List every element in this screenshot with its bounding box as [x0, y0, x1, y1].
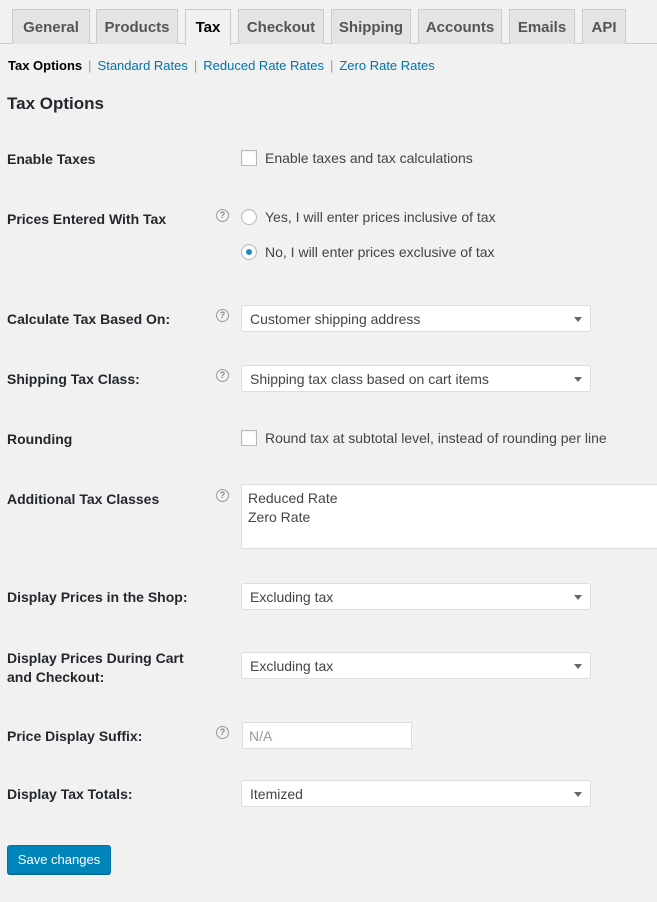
calculate-tax-based-on-label: Calculate Tax Based On: — [7, 311, 171, 327]
tab-products[interactable]: Products — [96, 9, 178, 44]
subnav-current: Tax Options — [8, 58, 83, 73]
tax-class-line: Zero Rate — [248, 509, 311, 525]
select-value: Shipping tax class based on cart items — [250, 370, 489, 387]
select-value: Excluding tax — [250, 657, 334, 674]
subnav-zero-rate-rates[interactable]: Zero Rate Rates — [339, 58, 434, 73]
tab-emails[interactable]: Emails — [509, 9, 575, 44]
display-prices-shop-select[interactable]: Excluding tax — [241, 583, 591, 610]
subnav-reduced-rate-rates[interactable]: Reduced Rate Rates — [203, 58, 324, 73]
select-value: Excluding tax — [250, 588, 334, 605]
input-placeholder: N/A — [249, 727, 273, 744]
chevron-down-icon — [574, 595, 582, 600]
rounding-checkbox[interactable] — [241, 430, 257, 446]
tab-accounts[interactable]: Accounts — [418, 9, 502, 44]
enable-taxes-label: Enable Taxes — [7, 151, 96, 167]
subnav-standard-rates[interactable]: Standard Rates — [98, 58, 188, 73]
help-icon[interactable]: ? — [216, 726, 229, 739]
section-title: Tax Options — [7, 94, 104, 113]
tab-tax[interactable]: Tax — [185, 9, 231, 45]
tab-general[interactable]: General — [12, 9, 90, 44]
prices-exclusive-label[interactable]: No, I will enter prices exclusive of tax — [265, 243, 495, 261]
display-tax-totals-label: Display Tax Totals: — [7, 786, 133, 802]
price-display-suffix-input[interactable]: N/A — [242, 722, 412, 749]
help-icon[interactable]: ? — [216, 309, 229, 322]
additional-tax-classes-label: Additional Tax Classes — [7, 491, 160, 507]
enable-taxes-checkbox[interactable] — [241, 150, 257, 166]
subnav-separator: | — [88, 58, 92, 73]
prices-entered-with-tax-label: Prices Entered With Tax — [7, 211, 167, 227]
help-icon[interactable]: ? — [216, 209, 229, 222]
help-icon[interactable]: ? — [216, 489, 229, 502]
tab-checkout[interactable]: Checkout — [238, 9, 324, 44]
select-value: Itemized — [250, 785, 303, 802]
label-line: Display Prices During Cart — [7, 650, 184, 666]
display-tax-totals-select[interactable]: Itemized — [241, 780, 591, 807]
rounding-label: Rounding — [7, 431, 73, 447]
shipping-tax-class-select[interactable]: Shipping tax class based on cart items — [241, 365, 591, 392]
chevron-down-icon — [574, 664, 582, 669]
help-icon[interactable]: ? — [216, 369, 229, 382]
prices-inclusive-radio[interactable] — [241, 209, 257, 225]
settings-tabs: General Products Tax Checkout Shipping A… — [0, 0, 657, 45]
tax-subnav: Tax Options | Standard Rates | Reduced R… — [8, 58, 435, 73]
save-changes-button[interactable]: Save changes — [7, 845, 111, 874]
calculate-tax-based-on-select[interactable]: Customer shipping address — [241, 305, 591, 332]
rounding-checkbox-label[interactable]: Round tax at subtotal level, instead of … — [265, 429, 607, 447]
display-prices-cart-label: Display Prices During Cart and Checkout: — [7, 649, 184, 687]
shipping-tax-class-label: Shipping Tax Class: — [7, 371, 140, 387]
tab-api[interactable]: API — [582, 9, 626, 44]
chevron-down-icon — [574, 317, 582, 322]
display-prices-shop-label: Display Prices in the Shop: — [7, 589, 188, 605]
chevron-down-icon — [574, 792, 582, 797]
chevron-down-icon — [574, 377, 582, 382]
subnav-separator: | — [329, 58, 334, 73]
prices-inclusive-label[interactable]: Yes, I will enter prices inclusive of ta… — [265, 208, 496, 226]
additional-tax-classes-textarea[interactable]: Reduced Rate Zero Rate — [241, 484, 657, 549]
tax-class-line: Reduced Rate — [248, 490, 338, 506]
subnav-separator: | — [193, 58, 198, 73]
enable-taxes-checkbox-label[interactable]: Enable taxes and tax calculations — [265, 149, 473, 167]
tab-shipping[interactable]: Shipping — [331, 9, 411, 44]
select-value: Customer shipping address — [250, 310, 421, 327]
price-display-suffix-label: Price Display Suffix: — [7, 728, 143, 744]
prices-exclusive-radio[interactable] — [241, 244, 257, 260]
label-line: and Checkout: — [7, 669, 105, 685]
display-prices-cart-select[interactable]: Excluding tax — [241, 652, 591, 679]
